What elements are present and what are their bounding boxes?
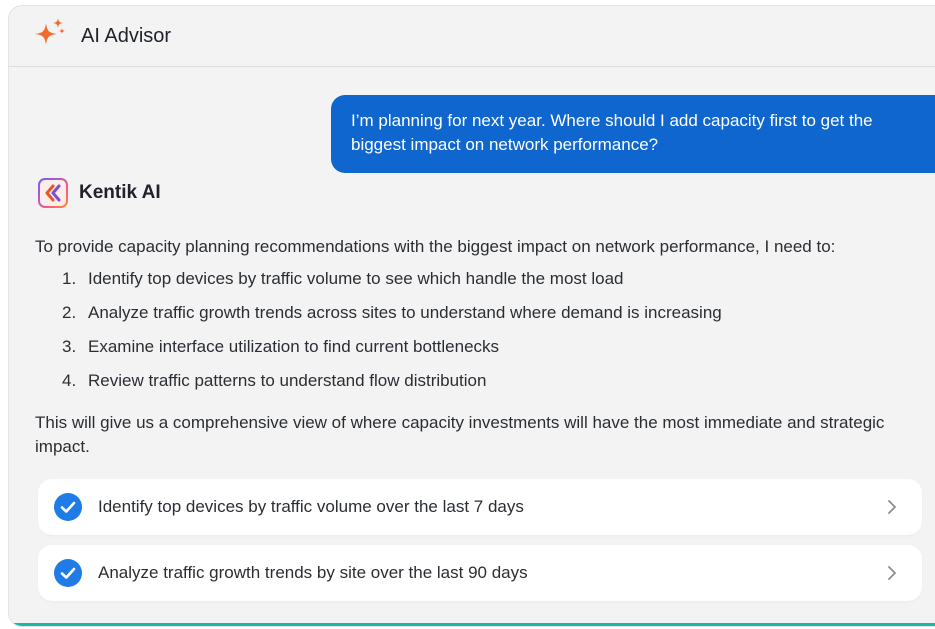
- task-label: Identify top devices by traffic volume o…: [98, 497, 524, 516]
- list-item: 1. Identify top devices by traffic volume…: [62, 269, 624, 288]
- check-circle-icon: [54, 559, 82, 587]
- panel-header: AI Advisor: [9, 6, 935, 67]
- list-item: 4. Review traffic patterns to understand …: [62, 371, 487, 390]
- list-item: 3. Examine interface utilization to find …: [62, 337, 500, 356]
- assistant-summary: This will give us a comprehensive view o…: [35, 413, 885, 456]
- check-circle-icon: [54, 493, 82, 521]
- step-list: 1. Identify top devices by traffic volume…: [62, 267, 722, 403]
- task-card-identify-devices[interactable]: Identify top devices by traffic volume o…: [38, 479, 922, 535]
- chevron-right-icon[interactable]: [886, 498, 898, 516]
- page-title: AI Advisor: [81, 25, 172, 47]
- chevron-right-icon[interactable]: [886, 564, 898, 582]
- task-label: Analyze traffic growth trends by site ov…: [98, 563, 528, 582]
- ai-advisor-panel: AI Advisor I’m planning for next year. W…: [8, 5, 935, 627]
- assistant-name: Kentik AI: [79, 182, 161, 203]
- sparkle-icon: [35, 18, 65, 45]
- user-message-bubble: I’m planning for next year. Where should…: [331, 95, 935, 173]
- list-item: 2. Analyze traffic growth trends across s…: [62, 303, 722, 322]
- user-message-text: I’m planning for next year. Where should…: [351, 111, 873, 154]
- kentik-logo-icon: [38, 178, 68, 208]
- assistant-intro: To provide capacity planning recommendat…: [35, 237, 836, 256]
- assistant-header: Kentik AI: [38, 178, 161, 208]
- task-card-analyze-growth[interactable]: Analyze traffic growth trends by site ov…: [38, 545, 922, 601]
